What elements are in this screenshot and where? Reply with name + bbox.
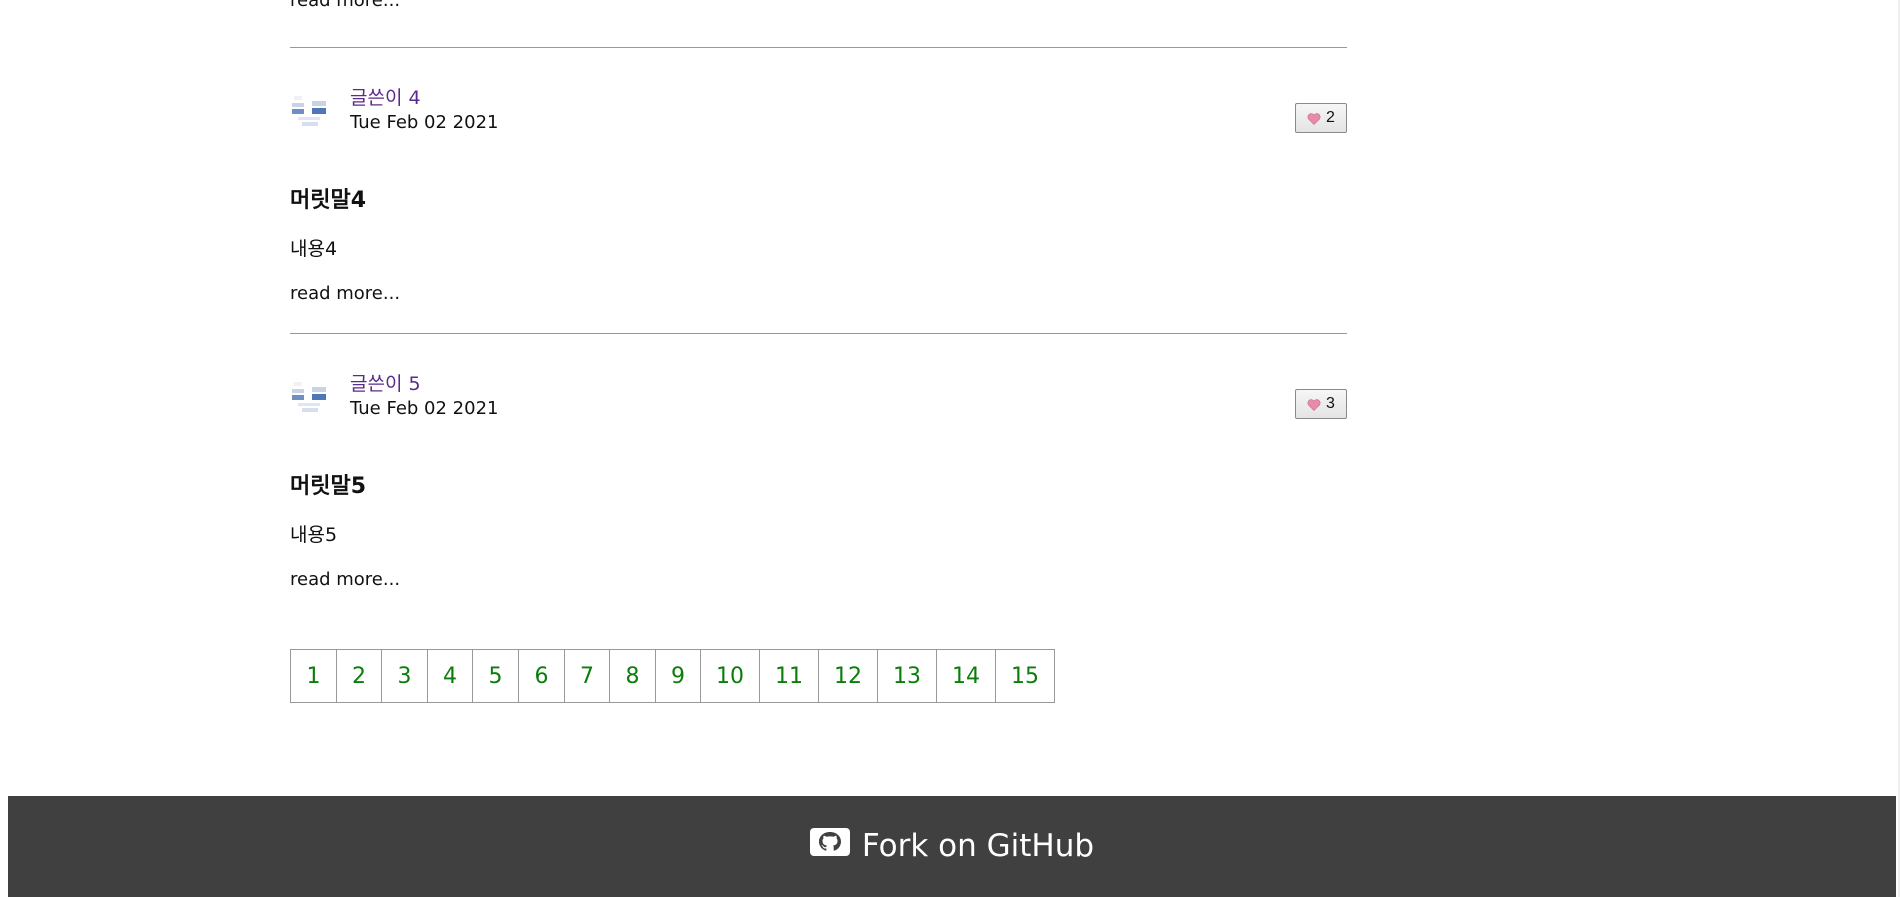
page-link-5[interactable]: 5	[473, 650, 519, 702]
article-divider	[290, 47, 1347, 48]
article-body: 내용4	[290, 238, 338, 260]
page-link-2[interactable]: 2	[337, 650, 382, 702]
page-link-1[interactable]: 1	[291, 650, 337, 702]
article-card: 글쓴이 4 Tue Feb 02 2021 2 머릿말4 내용4 read mo…	[290, 63, 1347, 304]
heart-icon	[1307, 398, 1321, 411]
author-link[interactable]: 글쓴이 4	[350, 83, 421, 110]
page: read more... 글쓴이 4 Tue Feb 02 2021 2 머릿말…	[0, 0, 1900, 897]
fork-on-github-label: Fork on GitHub	[861, 827, 1095, 864]
page-link-11[interactable]: 11	[760, 650, 819, 702]
heart-icon	[1307, 112, 1321, 125]
page-link-4[interactable]: 4	[428, 650, 473, 702]
post-date: Tue Feb 02 2021	[350, 398, 499, 419]
fork-on-github-link[interactable]: Fork on GitHub	[809, 827, 1095, 864]
read-more-link[interactable]: read more...	[290, 0, 400, 11]
like-button[interactable]: 2	[1295, 103, 1347, 133]
github-icon	[809, 827, 850, 864]
article-card: 글쓴이 5 Tue Feb 02 2021 3 머릿말5 내용5 read mo…	[290, 349, 1347, 590]
article-body: 내용5	[290, 524, 338, 546]
article-title[interactable]: 머릿말4	[290, 182, 366, 214]
page-link-6[interactable]: 6	[519, 650, 565, 702]
page-link-12[interactable]: 12	[819, 650, 878, 702]
page-link-14[interactable]: 14	[937, 650, 996, 702]
read-more-link[interactable]: read more...	[290, 569, 400, 590]
like-count: 3	[1326, 395, 1335, 412]
like-count: 2	[1326, 109, 1335, 126]
author-avatar[interactable]	[290, 91, 330, 131]
read-more-link[interactable]: read more...	[290, 283, 400, 304]
page-link-3[interactable]: 3	[382, 650, 428, 702]
article-divider	[290, 333, 1347, 334]
page-link-13[interactable]: 13	[878, 650, 937, 702]
article-title[interactable]: 머릿말5	[290, 468, 366, 500]
footer: Fork on GitHub	[8, 796, 1896, 897]
page-link-8[interactable]: 8	[610, 650, 656, 702]
post-date: Tue Feb 02 2021	[350, 112, 499, 133]
page-link-9[interactable]: 9	[656, 650, 701, 702]
author-link[interactable]: 글쓴이 5	[350, 369, 421, 396]
page-link-7[interactable]: 7	[565, 650, 610, 702]
like-button[interactable]: 3	[1295, 389, 1347, 419]
page-link-15[interactable]: 15	[996, 650, 1054, 702]
author-avatar[interactable]	[290, 377, 330, 417]
pagination: 1 2 3 4 5 6 7 8 9 10 11 12 13 14 15	[290, 649, 1055, 703]
page-link-10[interactable]: 10	[701, 650, 760, 702]
